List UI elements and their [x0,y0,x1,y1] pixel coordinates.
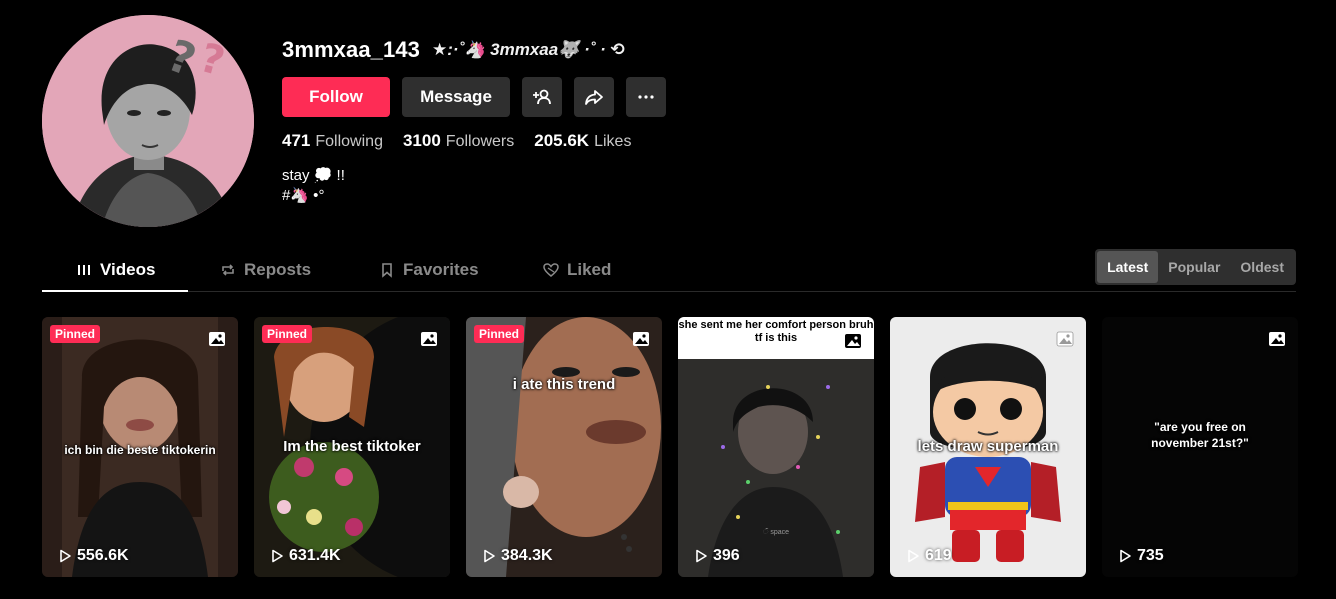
view-count-value: 384.3K [501,547,553,564]
following-count: 471 [282,131,311,150]
sort-option-popular[interactable]: Popular [1158,251,1230,283]
name-row: 3mmxaa_143 ★:·˚🦄 3mmxaa🐺 ·˚ · ⟲ [282,36,666,64]
sort-option-latest[interactable]: Latest [1097,251,1159,283]
sort-selector: Latest Popular Oldest [1095,249,1296,285]
view-count: 619 [906,547,952,565]
tab-videos[interactable]: Videos [76,248,155,292]
bio-line: stay 💭 !! [282,167,345,184]
video-caption: ich bin die beste tiktokerin [64,443,216,457]
profile-info: 3mmxaa_143 ★:·˚🦄 3mmxaa🐺 ·˚ · ⟲ Follow M… [282,36,666,206]
photo-icon [845,334,861,348]
view-count-value: 619 [925,547,952,564]
followers-count: 3100 [402,131,441,150]
video-caption: lets draw superman [917,438,1059,455]
video-card[interactable]: "are you free on november 21st?" 735 [1102,317,1298,577]
heart-icon [543,263,559,277]
bookmark-icon [382,263,392,278]
share-icon [585,90,603,105]
bio-line: #🦄 •° [282,187,325,204]
video-card[interactable]: Pinned Im the best tiktoker 631.4K [254,317,450,577]
play-icon [484,549,495,563]
username: 3mmxaa_143 [282,37,421,62]
share-button[interactable] [574,77,614,117]
photo-icon [1269,332,1285,346]
view-count: 631.4K [270,547,341,565]
pinned-badge: Pinned [50,325,101,343]
ellipsis-icon [638,95,654,99]
view-count: 735 [1118,547,1164,565]
tab-liked[interactable]: Liked [543,248,611,292]
profile-bio: stay 💭 !! #🦄 •° [282,166,666,206]
message-button[interactable]: Message [402,77,510,117]
play-icon [908,549,919,563]
video-grid: Pinned ich bin die beste tiktokerin 556.… [42,317,1298,577]
video-caption: Im the best tiktoker [283,438,421,455]
video-thumbnail [466,317,662,577]
followers-label: Followers [445,133,515,150]
add-person-icon [533,89,551,105]
followers-stat[interactable]: 3100 Followers [403,131,514,151]
tab-label: Liked [567,260,612,279]
view-count: 556.6K [58,547,129,565]
sort-option-oldest[interactable]: Oldest [1230,251,1294,283]
pinned-badge: Pinned [262,325,313,343]
photo-icon [1056,331,1074,347]
video-card[interactable]: she sent me her comfort person bruh tf i… [678,317,874,577]
follow-button[interactable]: Follow [282,77,390,117]
video-card[interactable]: lets draw superman 619 [890,317,1086,577]
view-count-value: 735 [1137,547,1164,564]
video-caption: i ate this trend [512,376,616,393]
profile-avatar[interactable]: ? ? [42,15,254,227]
tab-label: Videos [100,260,156,279]
play-icon [60,549,71,563]
following-stat[interactable]: 471 Following [282,131,383,151]
add-friend-button[interactable] [522,77,562,117]
tab-favorites[interactable]: Favorites [379,248,479,292]
play-icon [1120,549,1131,563]
pinned-badge: Pinned [474,325,525,343]
play-icon [272,549,283,563]
view-count: 396 [694,547,740,565]
likes-label: Likes [594,133,632,150]
video-card[interactable]: Pinned i ate this trend 384.3K [466,317,662,577]
profile-stats: 471 Following 3100 Followers 205.6K Likes [282,131,666,151]
view-count: 384.3K [482,547,553,565]
likes-count: 205.6K [534,131,590,150]
profile-actions: Follow Message [282,77,666,117]
tab-label: Favorites [403,260,479,279]
play-icon [696,549,707,563]
nickname: ★:·˚🦄 3mmxaa🐺 ·˚ · ⟲ [432,40,625,59]
active-tab-indicator [42,290,188,292]
following-label: Following [315,133,383,150]
likes-stat: 205.6K Likes [534,131,631,151]
photo-icon [421,332,437,346]
more-options-button[interactable] [626,77,666,117]
view-count-value: 396 [713,547,740,564]
tab-label: Reposts [244,260,312,279]
photo-icon [209,332,225,346]
profile-tabs: Videos Reposts Favorites Liked Latest Po… [42,248,1296,292]
avatar-image: ? ? [42,15,254,227]
tab-reposts[interactable]: Reposts [220,248,311,292]
view-count-value: 631.4K [289,547,341,564]
photo-icon [633,332,649,346]
grid-icon [78,265,90,275]
view-count-value: 556.6K [77,547,129,564]
video-card[interactable]: Pinned ich bin die beste tiktokerin 556.… [42,317,238,577]
video-caption: "are you free on november 21st?" [1151,420,1249,450]
repost-icon [222,264,234,276]
video-overlay-text: ଁ space [762,529,790,536]
